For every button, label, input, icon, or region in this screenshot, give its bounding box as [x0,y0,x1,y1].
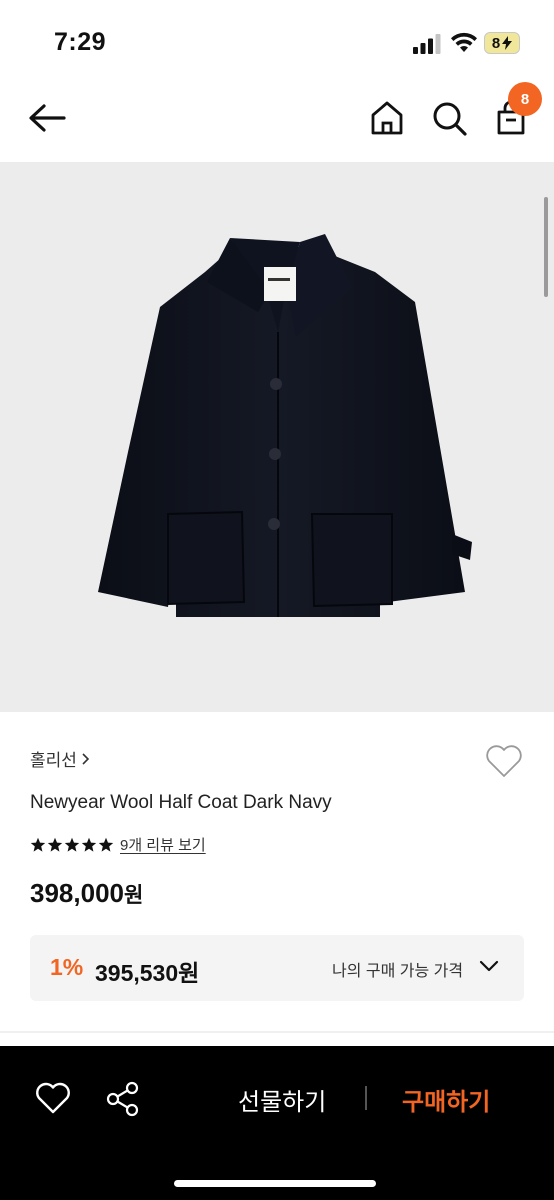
gift-button[interactable]: 선물하기 [238,1082,326,1117]
heart-icon[interactable] [34,1080,72,1116]
home-icon[interactable] [368,98,406,138]
status-time: 7:29 [54,28,107,56]
brand-name: 홀리선 [30,751,77,770]
my-price-box[interactable]: 1% 395,530원 나의 구매 가능 가격 [30,935,524,1001]
rating: 9개 리뷰 보기 [30,834,206,855]
home-indicator[interactable] [174,1180,376,1187]
product-price: 398,000원 [30,878,143,909]
price-value: 398,000 [30,878,124,908]
search-icon[interactable] [430,98,468,138]
review-link[interactable]: 9개 리뷰 보기 [120,834,206,855]
scroll-indicator[interactable] [544,197,548,297]
price-unit: 원 [123,884,144,907]
star-icon [98,837,114,852]
wifi-icon [451,32,477,52]
rating-stars [30,837,114,853]
divider [0,1031,554,1033]
button-separator [365,1086,367,1110]
brand-link[interactable]: 홀리선 [30,746,90,771]
signal-icon [413,34,441,54]
battery-charging-icon: 8 [484,32,520,54]
battery-level: 8 [491,34,501,52]
star-icon [30,837,46,852]
my-price-label: 나의 구매 가능 가격 [332,963,464,980]
cart-count-badge: 8 [508,82,542,116]
chevron-down-icon[interactable] [479,959,499,973]
top-nav [0,80,554,162]
status-bar: 7:29 8 [0,0,554,80]
product-image[interactable] [0,162,554,712]
bottom-action-bar: 선물하기 구매하기 [0,1046,554,1200]
navy-wool-coat-image [98,234,472,617]
share-icon[interactable] [104,1080,142,1118]
back-arrow-icon[interactable] [26,98,68,138]
star-icon [81,837,97,852]
bolt-icon [502,36,513,50]
buy-button[interactable]: 구매하기 [402,1082,490,1117]
discount-rate: 1% [50,954,84,980]
product-title: Newyear Wool Half Coat Dark Navy [30,792,332,813]
star-icon [47,837,63,852]
chevron-right-icon [82,752,90,765]
discount-price: 395,530원 [95,960,200,986]
heart-icon[interactable] [484,742,524,780]
star-icon [64,837,80,852]
